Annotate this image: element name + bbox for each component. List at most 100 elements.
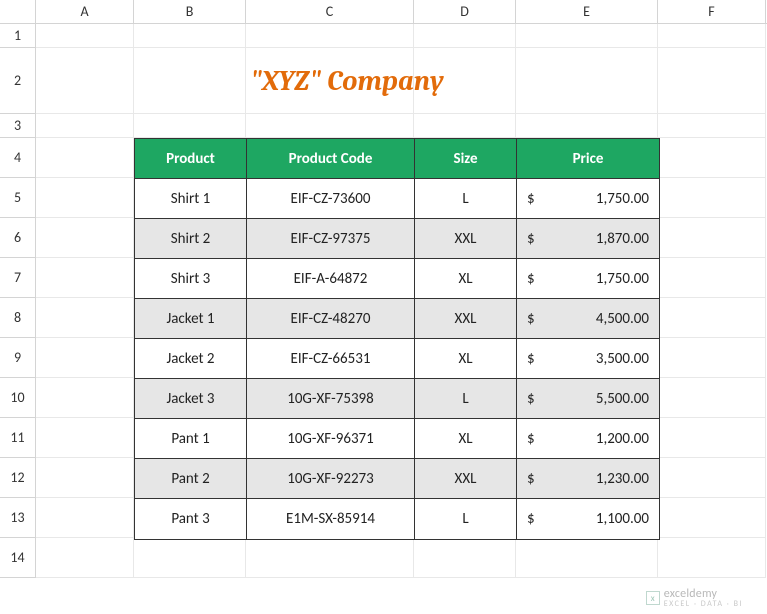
td-price[interactable]: $1,230.00 [517,459,659,499]
row-header-1[interactable]: 1 [0,24,36,48]
col-header-D[interactable]: D [414,0,516,23]
col-header-F[interactable]: F [658,0,766,23]
cell-A12[interactable] [36,458,134,498]
cell-D14[interactable] [414,538,516,578]
cell-D3[interactable] [414,114,516,138]
cell-C14[interactable] [246,538,414,578]
td-size[interactable]: L [415,499,517,539]
cell-E1[interactable] [516,24,658,48]
td-size[interactable]: XXL [415,219,517,259]
td-product[interactable]: Shirt 3 [135,259,247,299]
td-product[interactable]: Shirt 2 [135,219,247,259]
cell-A13[interactable] [36,498,134,538]
row-header-8[interactable]: 8 [0,298,36,338]
td-product[interactable]: Shirt 1 [135,179,247,219]
td-price[interactable]: $3,500.00 [517,339,659,379]
row-header-6[interactable]: 6 [0,218,36,258]
row-header-12[interactable]: 12 [0,458,36,498]
cell-A6[interactable] [36,218,134,258]
cell-A8[interactable] [36,298,134,338]
row-header-9[interactable]: 9 [0,338,36,378]
td-size[interactable]: L [415,379,517,419]
td-product[interactable]: Pant 1 [135,419,247,459]
td-product[interactable]: Jacket 2 [135,339,247,379]
td-code[interactable]: 10G-XF-92273 [247,459,415,499]
td-price[interactable]: $1,200.00 [517,419,659,459]
td-code[interactable]: EIF-CZ-66531 [247,339,415,379]
cell-F13[interactable] [658,498,766,538]
cell-F10[interactable] [658,378,766,418]
cell-A4[interactable] [36,138,134,178]
row-header-7[interactable]: 7 [0,258,36,298]
cell-D1[interactable] [414,24,516,48]
td-price[interactable]: $1,100.00 [517,499,659,539]
row-header-4[interactable]: 4 [0,138,36,178]
cell-A1[interactable] [36,24,134,48]
cell-A3[interactable] [36,114,134,138]
row-header-14[interactable]: 14 [0,538,36,578]
row-header-5[interactable]: 5 [0,178,36,218]
td-size[interactable]: XL [415,259,517,299]
td-price[interactable]: $1,750.00 [517,179,659,219]
cell-D2[interactable] [414,48,516,114]
cell-F4[interactable] [658,138,766,178]
select-all-corner[interactable] [0,0,36,23]
cell-F8[interactable] [658,298,766,338]
col-header-A[interactable]: A [36,0,134,23]
cell-A2[interactable] [36,48,134,114]
cell-F5[interactable] [658,178,766,218]
cell-E14[interactable] [516,538,658,578]
row-header-2[interactable]: 2 [0,48,36,114]
td-price[interactable]: $5,500.00 [517,379,659,419]
cell-B14[interactable] [134,538,246,578]
td-code[interactable]: E1M-SX-85914 [247,499,415,539]
cell-E3[interactable] [516,114,658,138]
td-code[interactable]: EIF-A-64872 [247,259,415,299]
td-product[interactable]: Jacket 3 [135,379,247,419]
cell-F9[interactable] [658,338,766,378]
td-price[interactable]: $4,500.00 [517,299,659,339]
col-header-E[interactable]: E [516,0,658,23]
td-size[interactable]: XL [415,339,517,379]
td-code[interactable]: EIF-CZ-97375 [247,219,415,259]
td-code[interactable]: EIF-CZ-73600 [247,179,415,219]
cell-A7[interactable] [36,258,134,298]
td-price[interactable]: $1,870.00 [517,219,659,259]
cell-C1[interactable] [246,24,414,48]
td-size[interactable]: XXL [415,459,517,499]
cell-A10[interactable] [36,378,134,418]
td-product[interactable]: Pant 2 [135,459,247,499]
cell-F14[interactable] [658,538,766,578]
cell-F3[interactable] [658,114,766,138]
col-header-B[interactable]: B [134,0,246,23]
cell-F6[interactable] [658,218,766,258]
cell-C2[interactable] [246,48,414,114]
cell-E2[interactable] [516,48,658,114]
td-code[interactable]: 10G-XF-96371 [247,419,415,459]
cell-F2[interactable] [658,48,766,114]
td-code[interactable]: EIF-CZ-48270 [247,299,415,339]
cell-F12[interactable] [658,458,766,498]
cell-A11[interactable] [36,418,134,458]
cell-F1[interactable] [658,24,766,48]
row-header-13[interactable]: 13 [0,498,36,538]
cell-B1[interactable] [134,24,246,48]
td-size[interactable]: XL [415,419,517,459]
cell-F11[interactable] [658,418,766,458]
row-header-11[interactable]: 11 [0,418,36,458]
cell-A14[interactable] [36,538,134,578]
td-product[interactable]: Pant 3 [135,499,247,539]
cell-A9[interactable] [36,338,134,378]
row-header-10[interactable]: 10 [0,378,36,418]
cell-B2[interactable] [134,48,246,114]
td-product[interactable]: Jacket 1 [135,299,247,339]
td-size[interactable]: L [415,179,517,219]
cell-B3[interactable] [134,114,246,138]
cell-A5[interactable] [36,178,134,218]
cell-C3[interactable] [246,114,414,138]
td-price[interactable]: $1,750.00 [517,259,659,299]
td-size[interactable]: XXL [415,299,517,339]
row-header-3[interactable]: 3 [0,114,36,138]
col-header-C[interactable]: C [246,0,414,23]
td-code[interactable]: 10G-XF-75398 [247,379,415,419]
